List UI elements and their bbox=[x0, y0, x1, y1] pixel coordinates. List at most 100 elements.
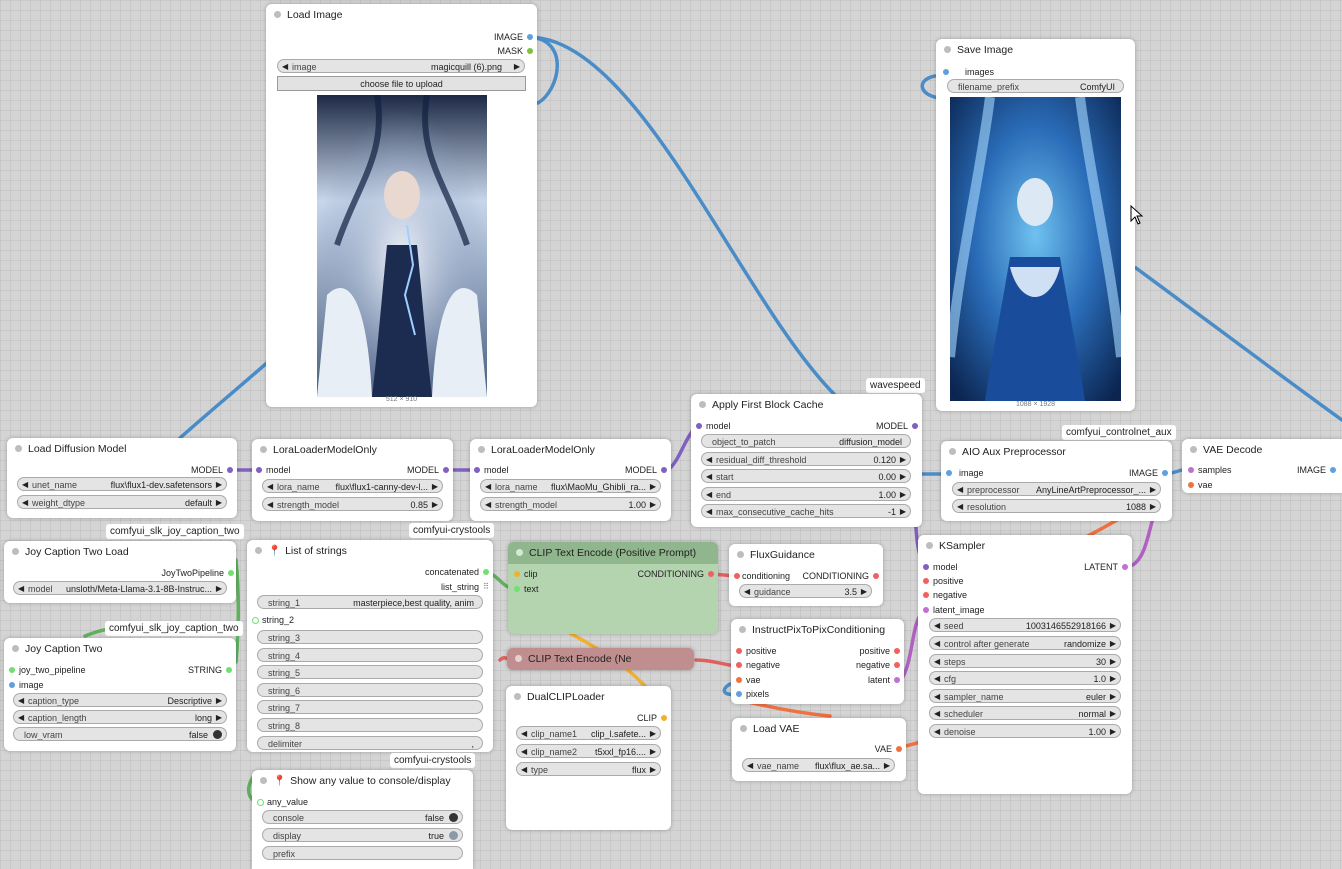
right-arrow-icon[interactable]: ▶ bbox=[216, 582, 222, 594]
joy-caption-two-node[interactable]: Joy Caption Two joy_two_pipeline image S… bbox=[4, 638, 236, 751]
steps-number[interactable]: ◀ steps 30 ▶ bbox=[929, 654, 1121, 668]
right-arrow-icon[interactable]: ▶ bbox=[1150, 500, 1156, 512]
right-arrow-icon[interactable]: ▶ bbox=[884, 759, 890, 771]
output-socket[interactable] bbox=[1122, 564, 1128, 570]
list-socket-icon[interactable]: ⠿ bbox=[483, 580, 489, 591]
node-titlebar[interactable]: LoraLoaderModelOnly bbox=[252, 439, 453, 461]
node-titlebar[interactable]: Joy Caption Two bbox=[4, 638, 236, 660]
lora-loader-node-1[interactable]: LoraLoaderModelOnly model MODEL ◀ lora_na… bbox=[252, 439, 453, 521]
right-arrow-icon[interactable]: ▶ bbox=[900, 505, 906, 517]
output-vae[interactable]: VAE bbox=[875, 742, 902, 756]
left-arrow-icon[interactable]: ◀ bbox=[18, 711, 24, 723]
toggle-knob[interactable] bbox=[449, 813, 458, 822]
left-arrow-icon[interactable]: ◀ bbox=[18, 694, 24, 706]
output-string[interactable]: STRING bbox=[188, 663, 232, 677]
node-titlebar[interactable]: KSampler bbox=[918, 535, 1132, 557]
strength-model-number[interactable]: ◀ strength_model 0.85 ▶ bbox=[262, 497, 443, 511]
node-titlebar[interactable]: 📍 List of strings bbox=[247, 540, 493, 562]
right-arrow-icon[interactable]: ▶ bbox=[216, 694, 222, 706]
output-model[interactable]: MODEL bbox=[191, 463, 233, 477]
output-model[interactable]: MODEL bbox=[625, 463, 667, 477]
input-socket[interactable] bbox=[9, 682, 15, 688]
input-socket[interactable] bbox=[943, 69, 949, 75]
left-arrow-icon[interactable]: ◀ bbox=[267, 498, 273, 510]
string-7-field[interactable]: string_7 bbox=[257, 700, 483, 714]
output-image[interactable]: IMAGE bbox=[494, 30, 533, 44]
preprocessor-combo[interactable]: ◀ preprocessor AnyLineArtPreprocessor_... ▶ bbox=[952, 482, 1161, 496]
input-samples[interactable]: samples bbox=[1188, 463, 1232, 477]
input-socket[interactable] bbox=[256, 467, 262, 473]
output-socket[interactable] bbox=[661, 715, 667, 721]
node-titlebar[interactable]: Apply First Block Cache bbox=[691, 394, 922, 416]
save-image-title[interactable]: Save Image bbox=[936, 39, 1135, 61]
start-number[interactable]: ◀ start 0.00 ▶ bbox=[701, 469, 911, 483]
input-socket[interactable] bbox=[1188, 482, 1194, 488]
left-arrow-icon[interactable]: ◀ bbox=[957, 500, 963, 512]
image-combo[interactable]: ◀ image magicquill (6).png ▶ bbox=[277, 59, 525, 73]
filename-prefix-field[interactable]: filename_prefix ComfyUI bbox=[947, 79, 1124, 93]
input-latent-image[interactable]: latent_image bbox=[923, 603, 985, 617]
node-titlebar[interactable]: Joy Caption Two Load bbox=[4, 541, 236, 563]
output-socket[interactable] bbox=[894, 677, 900, 683]
collapse-dot[interactable] bbox=[255, 547, 262, 554]
collapse-dot[interactable] bbox=[260, 446, 267, 453]
end-number[interactable]: ◀ end 1.00 ▶ bbox=[701, 487, 911, 501]
object-to-patch-field[interactable]: object_to_patch diffusion_model bbox=[701, 434, 911, 448]
input-model[interactable]: model bbox=[923, 560, 958, 574]
right-arrow-icon[interactable]: ▶ bbox=[900, 453, 906, 465]
input-vae[interactable]: vae bbox=[736, 673, 761, 687]
right-arrow-icon[interactable]: ▶ bbox=[1110, 725, 1116, 737]
input-socket[interactable] bbox=[736, 677, 742, 683]
weight-dtype-combo[interactable]: ◀ weight_dtype default ▶ bbox=[17, 495, 227, 509]
output-image[interactable]: IMAGE bbox=[1297, 463, 1336, 477]
output-socket[interactable] bbox=[661, 467, 667, 473]
collapse-dot[interactable] bbox=[740, 725, 747, 732]
input-socket[interactable] bbox=[736, 648, 742, 654]
toggle-knob[interactable] bbox=[449, 831, 458, 840]
collapse-dot[interactable] bbox=[515, 655, 522, 662]
left-arrow-icon[interactable]: ◀ bbox=[934, 690, 940, 702]
output-latent[interactable]: LATENT bbox=[1084, 560, 1128, 574]
right-arrow-icon[interactable]: ▶ bbox=[1110, 619, 1116, 631]
left-arrow-icon[interactable]: ◀ bbox=[706, 505, 712, 517]
right-arrow-icon[interactable]: ▶ bbox=[900, 488, 906, 500]
input-model[interactable]: model bbox=[696, 419, 731, 433]
right-arrow-icon[interactable]: ▶ bbox=[432, 498, 438, 510]
node-titlebar[interactable]: DualCLIPLoader bbox=[506, 686, 671, 708]
output-socket[interactable] bbox=[527, 34, 533, 40]
node-titlebar[interactable]: 📍 Show any value to console/display bbox=[252, 770, 473, 792]
output-socket[interactable] bbox=[443, 467, 449, 473]
output-model[interactable]: MODEL bbox=[876, 419, 918, 433]
caption-type-combo[interactable]: ◀ caption_type Descriptive ▶ bbox=[13, 693, 227, 707]
input-socket[interactable] bbox=[696, 423, 702, 429]
string-6-field[interactable]: string_6 bbox=[257, 683, 483, 697]
right-arrow-icon[interactable]: ▶ bbox=[1110, 672, 1116, 684]
output-socket[interactable] bbox=[1162, 470, 1168, 476]
node-titlebar[interactable]: VAE Decode bbox=[1182, 439, 1342, 461]
input-image[interactable]: image bbox=[946, 466, 984, 480]
aio-aux-preprocessor-node[interactable]: AIO Aux Preprocessor image IMAGE ◀ prepro… bbox=[941, 441, 1172, 521]
output-socket[interactable] bbox=[912, 423, 918, 429]
output-image[interactable]: IMAGE bbox=[1129, 466, 1168, 480]
input-images[interactable]: images bbox=[943, 65, 994, 79]
right-arrow-icon[interactable]: ▶ bbox=[650, 745, 656, 757]
output-mask[interactable]: MASK bbox=[497, 44, 533, 58]
input-socket[interactable] bbox=[736, 662, 742, 668]
left-arrow-icon[interactable]: ◀ bbox=[706, 488, 712, 500]
left-arrow-icon[interactable]: ◀ bbox=[744, 585, 750, 597]
vae-name-combo[interactable]: ◀ vae_name flux\flux_ae.sa... ▶ bbox=[742, 758, 895, 772]
prefix-field[interactable]: prefix bbox=[262, 846, 463, 860]
left-arrow-icon[interactable]: ◀ bbox=[934, 637, 940, 649]
sampler-name-combo[interactable]: ◀ sampler_name euler ▶ bbox=[929, 689, 1121, 703]
collapse-dot[interactable] bbox=[944, 46, 951, 53]
clip-name1-combo[interactable]: ◀ clip_name1 clip_l.safete... ▶ bbox=[516, 726, 661, 740]
scheduler-combo[interactable]: ◀ scheduler normal ▶ bbox=[929, 706, 1121, 720]
left-arrow-icon[interactable]: ◀ bbox=[934, 725, 940, 737]
output-socket[interactable] bbox=[894, 648, 900, 654]
left-arrow-icon[interactable]: ◀ bbox=[706, 470, 712, 482]
right-arrow-icon[interactable]: ▶ bbox=[216, 496, 222, 508]
input-model[interactable]: model bbox=[474, 463, 509, 477]
output-socket[interactable] bbox=[483, 569, 489, 575]
right-arrow-icon[interactable]: ▶ bbox=[1110, 690, 1116, 702]
guidance-number[interactable]: ◀ guidance 3.5 ▶ bbox=[739, 584, 872, 598]
